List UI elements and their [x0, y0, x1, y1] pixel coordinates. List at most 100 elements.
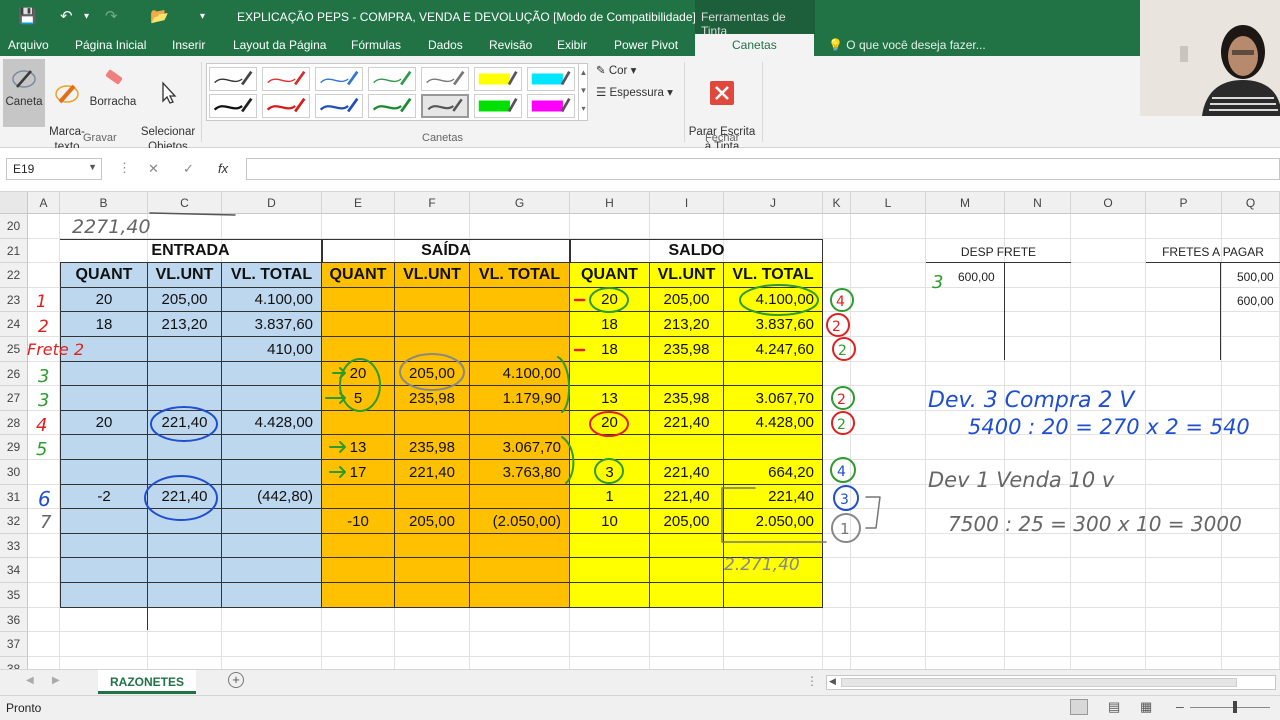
- column-header[interactable]: K: [823, 192, 851, 214]
- table-cell[interactable]: [322, 583, 395, 608]
- table-cell[interactable]: [222, 386, 322, 411]
- confirm-entry-icon[interactable]: ✓: [183, 161, 194, 177]
- zoom-out-icon[interactable]: –: [1176, 698, 1184, 714]
- table-cell[interactable]: (442,80): [222, 485, 322, 509]
- tab-exibir[interactable]: Exibir: [557, 38, 587, 52]
- table-column-header[interactable]: VL.UNT: [395, 263, 470, 288]
- normal-view-icon[interactable]: [1070, 699, 1088, 715]
- column-header[interactable]: I: [650, 192, 724, 214]
- table-cell[interactable]: [222, 435, 322, 460]
- table-cell[interactable]: (2.050,00): [470, 509, 570, 534]
- table-cell[interactable]: [322, 534, 395, 558]
- table-cell[interactable]: [60, 435, 148, 460]
- row-header[interactable]: 23: [0, 288, 28, 312]
- row-header[interactable]: 24: [0, 312, 28, 337]
- table-cell[interactable]: 13: [322, 435, 395, 460]
- table-cell[interactable]: [724, 435, 823, 460]
- row-header[interactable]: 33: [0, 534, 28, 558]
- table-cell[interactable]: 1: [570, 485, 650, 509]
- pen-button[interactable]: Caneta: [3, 59, 45, 127]
- column-header[interactable]: C: [148, 192, 222, 214]
- table-cell[interactable]: [470, 583, 570, 608]
- table-cell[interactable]: [60, 386, 148, 411]
- table-cell[interactable]: [395, 312, 470, 337]
- table-column-header[interactable]: QUANT: [570, 263, 650, 288]
- table-cell[interactable]: [222, 509, 322, 534]
- pen-color-button[interactable]: ✎ Cor ▾: [596, 64, 636, 79]
- table-cell[interactable]: [322, 485, 395, 509]
- table-cell[interactable]: [322, 288, 395, 312]
- tell-me-search[interactable]: 💡 O que você deseja fazer...: [828, 38, 986, 52]
- table-cell[interactable]: 213,20: [650, 312, 724, 337]
- table-cell[interactable]: 18: [570, 337, 650, 362]
- table-cell[interactable]: 3.067,70: [470, 435, 570, 460]
- pen-thickness-button[interactable]: ☰ Espessura ▾: [596, 86, 673, 101]
- column-header[interactable]: F: [395, 192, 470, 214]
- tab-canetas[interactable]: Canetas: [695, 34, 814, 56]
- highlighter-swatch[interactable]: [474, 67, 522, 91]
- table-cell[interactable]: 20: [60, 288, 148, 312]
- pen-swatch[interactable]: [368, 94, 416, 118]
- table-cell[interactable]: 3.067,70: [724, 386, 823, 411]
- table-cell[interactable]: [322, 312, 395, 337]
- table-cell[interactable]: [395, 485, 470, 509]
- pen-swatch[interactable]: [315, 94, 363, 118]
- column-header[interactable]: D: [222, 192, 322, 214]
- table-cell[interactable]: [322, 558, 395, 583]
- gallery-scroll[interactable]: ▲ ▼ ▾: [578, 64, 588, 120]
- table-cell[interactable]: [395, 558, 470, 583]
- splitter-handle-icon[interactable]: ⋮: [806, 674, 818, 688]
- table-cell[interactable]: [222, 362, 322, 386]
- tab-formulas[interactable]: Fórmulas: [351, 38, 401, 52]
- row-header[interactable]: 20: [0, 214, 28, 239]
- table-cell[interactable]: [148, 386, 222, 411]
- table-cell[interactable]: [148, 337, 222, 362]
- table-cell[interactable]: [148, 534, 222, 558]
- table-cell[interactable]: 221,40: [650, 411, 724, 435]
- row-header[interactable]: 25: [0, 337, 28, 362]
- table-cell[interactable]: 235,98: [395, 435, 470, 460]
- table-cell[interactable]: 2.050,00: [724, 509, 823, 534]
- table-cell[interactable]: 18: [570, 312, 650, 337]
- table-cell[interactable]: [395, 411, 470, 435]
- table-cell[interactable]: 13: [570, 386, 650, 411]
- pen-swatch[interactable]: [368, 67, 416, 91]
- table-cell[interactable]: [322, 411, 395, 435]
- table-cell[interactable]: 235,98: [650, 386, 724, 411]
- column-header[interactable]: O: [1071, 192, 1146, 214]
- table-cell[interactable]: [60, 509, 148, 534]
- horizontal-scrollbar[interactable]: ◀: [826, 675, 1276, 690]
- table-cell[interactable]: 3.763,80: [470, 460, 570, 485]
- select-all-corner[interactable]: [0, 192, 28, 214]
- open-folder-icon[interactable]: 📂: [150, 7, 169, 25]
- table-cell[interactable]: 20: [60, 411, 148, 435]
- table-cell[interactable]: 4.100,00: [222, 288, 322, 312]
- column-header[interactable]: N: [1005, 192, 1071, 214]
- table-cell[interactable]: [470, 312, 570, 337]
- add-sheet-icon[interactable]: +: [228, 672, 244, 688]
- table-cell[interactable]: [148, 509, 222, 534]
- insert-function-icon[interactable]: fx: [218, 161, 228, 176]
- table-cell[interactable]: [395, 583, 470, 608]
- table-cell[interactable]: 10: [570, 509, 650, 534]
- row-header[interactable]: 37: [0, 632, 28, 657]
- name-box[interactable]: E19 ▼: [6, 158, 102, 180]
- column-header[interactable]: M: [926, 192, 1005, 214]
- table-cell[interactable]: [148, 460, 222, 485]
- formula-input[interactable]: [246, 158, 1280, 180]
- pen-swatch[interactable]: [315, 67, 363, 91]
- table-cell[interactable]: 3: [570, 460, 650, 485]
- table-cell[interactable]: [470, 534, 570, 558]
- undo-dropdown-icon[interactable]: ▾: [84, 11, 89, 22]
- pen-swatch[interactable]: [421, 67, 469, 91]
- table-cell[interactable]: 4.428,00: [222, 411, 322, 435]
- table-cell[interactable]: 3.837,60: [222, 312, 322, 337]
- table-cell[interactable]: [570, 362, 650, 386]
- eraser-button[interactable]: Borracha: [89, 59, 137, 110]
- scroll-left-icon[interactable]: ◀: [26, 675, 34, 686]
- table-cell[interactable]: [222, 558, 322, 583]
- tab-pagina-inicial[interactable]: Página Inicial: [75, 38, 146, 52]
- table-cell[interactable]: [395, 288, 470, 312]
- column-header[interactable]: E: [322, 192, 395, 214]
- row-header[interactable]: 32: [0, 509, 28, 534]
